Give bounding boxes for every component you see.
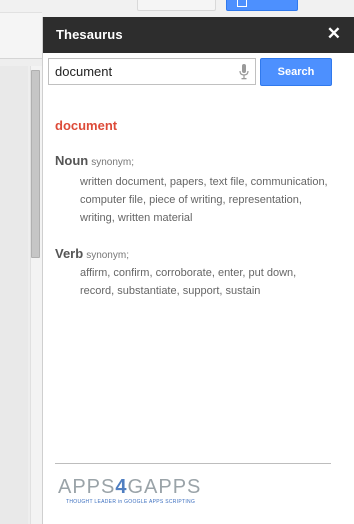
lock-icon (237, 0, 247, 7)
top-toolbar-button[interactable] (137, 0, 216, 11)
scrollbar-thumb[interactable] (31, 70, 40, 258)
sidebar-header: Thesaurus ✕ (43, 17, 354, 53)
editor-toolbar (0, 12, 42, 59)
logo-wordmark: APPS4GAPPS (58, 476, 202, 498)
footer-divider (55, 463, 331, 464)
synonym-line: writing, written material (80, 212, 193, 224)
microphone-icon[interactable] (239, 64, 249, 80)
verb-heading: Verb synonym; (55, 245, 129, 263)
logo-tagline: THOUGHT LEADER in GOOGLE APPS SCRIPTING (66, 499, 196, 505)
search-button[interactable]: Search (260, 58, 332, 86)
part-of-speech: Verb (55, 246, 84, 261)
relation-type: synonym; (91, 157, 135, 168)
part-of-speech: Noun (55, 153, 89, 168)
search-box (48, 58, 256, 85)
synonym-line: record, substantiate, support, sustain (80, 285, 261, 297)
search-input[interactable] (49, 59, 229, 84)
relation-type: synonym; (86, 250, 129, 261)
synonym-line: affirm, confirm, corroborate, enter, put… (80, 267, 297, 279)
top-share-button[interactable] (226, 0, 298, 11)
noun-heading: Noun synonym; (55, 152, 134, 170)
result-word: document (55, 118, 118, 133)
noun-synonyms: written document, papers, text file, com… (80, 173, 350, 227)
synonym-line: computer file, piece of writing, represe… (80, 194, 302, 206)
sidebar-title: Thesaurus (56, 27, 123, 42)
verb-synonyms: affirm, confirm, corroborate, enter, put… (80, 264, 350, 300)
thesaurus-sidebar: Thesaurus ✕ Search document Nounsynonym;… (42, 17, 354, 524)
document-canvas (0, 66, 28, 524)
synonym-line: written document, papers, text file, com… (80, 176, 328, 188)
close-icon[interactable]: ✕ (327, 24, 341, 44)
apps4gapps-logo[interactable]: APPS4GAPPS THOUGHT LEADER in GOOGLE APPS… (58, 476, 201, 505)
